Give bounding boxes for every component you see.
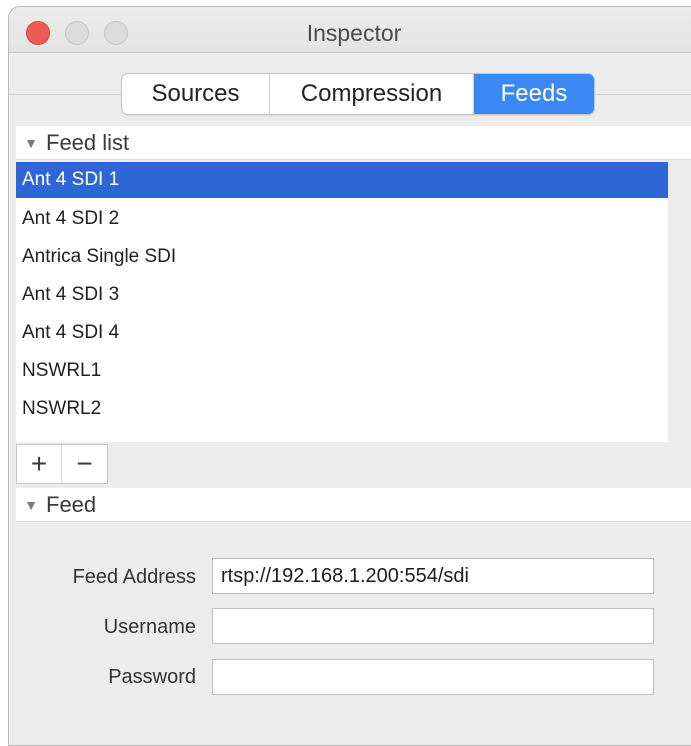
tab-feeds[interactable]: Feeds (474, 74, 594, 114)
username-label: Username (103, 616, 196, 638)
list-item[interactable]: NSWRL1 (16, 352, 668, 390)
password-label: Password (108, 666, 196, 688)
list-button-bar: + − (16, 444, 108, 484)
disclosure-triangle-icon: ▼ (24, 497, 38, 513)
add-feed-button[interactable]: + (17, 445, 62, 483)
disclosure-triangle-icon: ▼ (24, 135, 38, 151)
list-item[interactable]: Ant 4 SDI 2 (16, 200, 668, 238)
title-bar: Inspector (9, 7, 691, 53)
feed-disclosure[interactable]: ▼ Feed (16, 488, 691, 522)
tab-sources[interactable]: Sources (122, 74, 270, 114)
feed-list[interactable]: Ant 4 SDI 1 Ant 4 SDI 2 Antrica Single S… (16, 162, 668, 442)
feed-list-disclosure[interactable]: ▼ Feed list (16, 126, 691, 160)
list-item[interactable]: Ant 4 SDI 1 (16, 162, 668, 198)
list-item[interactable]: Ant 4 SDI 3 (16, 276, 668, 314)
window-title: Inspector (306, 20, 402, 46)
feed-address-label: Feed Address (72, 566, 196, 588)
remove-feed-button[interactable]: − (62, 445, 107, 483)
tab-bar: Sources Compression Feeds (121, 73, 595, 115)
feed-address-field[interactable] (212, 558, 654, 594)
feed-list-header: Feed list (46, 130, 130, 155)
username-field[interactable] (212, 608, 654, 644)
list-item[interactable]: Ant 4 SDI 4 (16, 314, 668, 352)
list-item[interactable]: Antrica Single SDI (16, 238, 668, 276)
list-item[interactable]: NSWRL2 (16, 390, 668, 428)
feed-header: Feed (46, 492, 97, 517)
tab-compression[interactable]: Compression (270, 74, 474, 114)
password-field[interactable] (212, 659, 654, 695)
inspector-window: Inspector Sources Compression Feeds ▼ Fee… (8, 6, 691, 746)
